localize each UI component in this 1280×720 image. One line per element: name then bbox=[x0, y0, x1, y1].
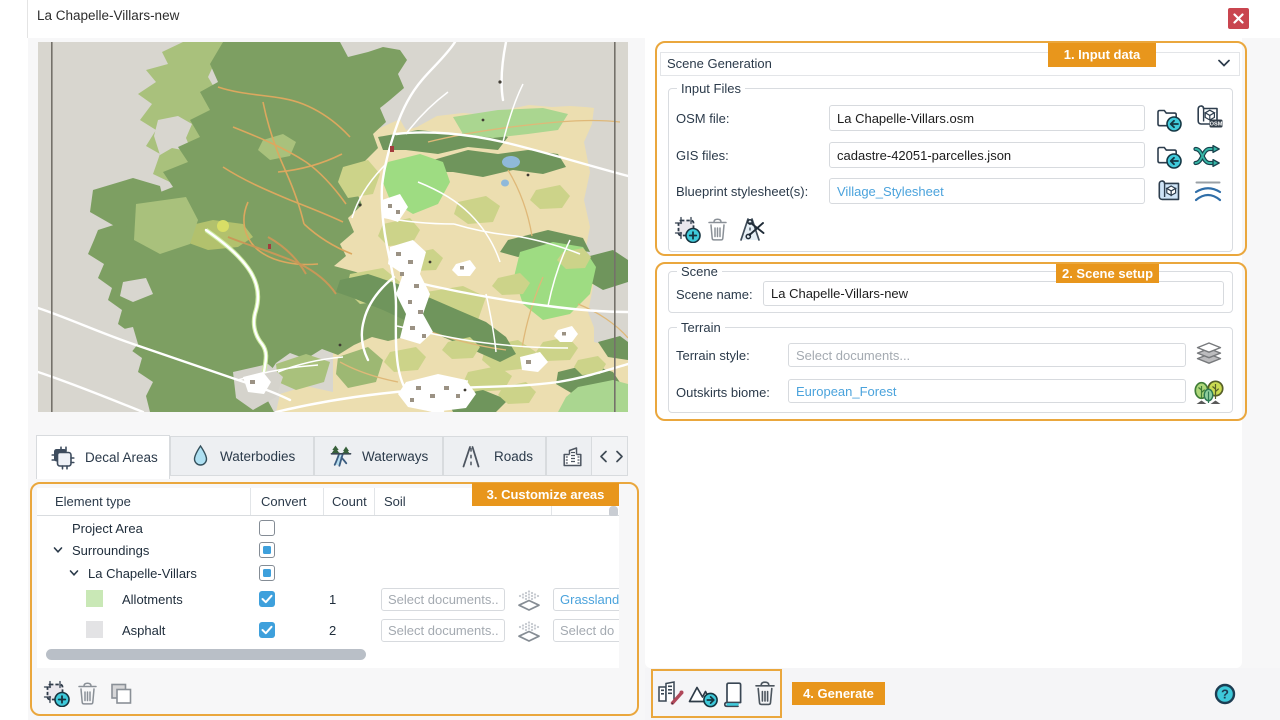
svg-text:?: ? bbox=[1221, 687, 1229, 702]
svg-text:OSM: OSM bbox=[1210, 122, 1223, 128]
